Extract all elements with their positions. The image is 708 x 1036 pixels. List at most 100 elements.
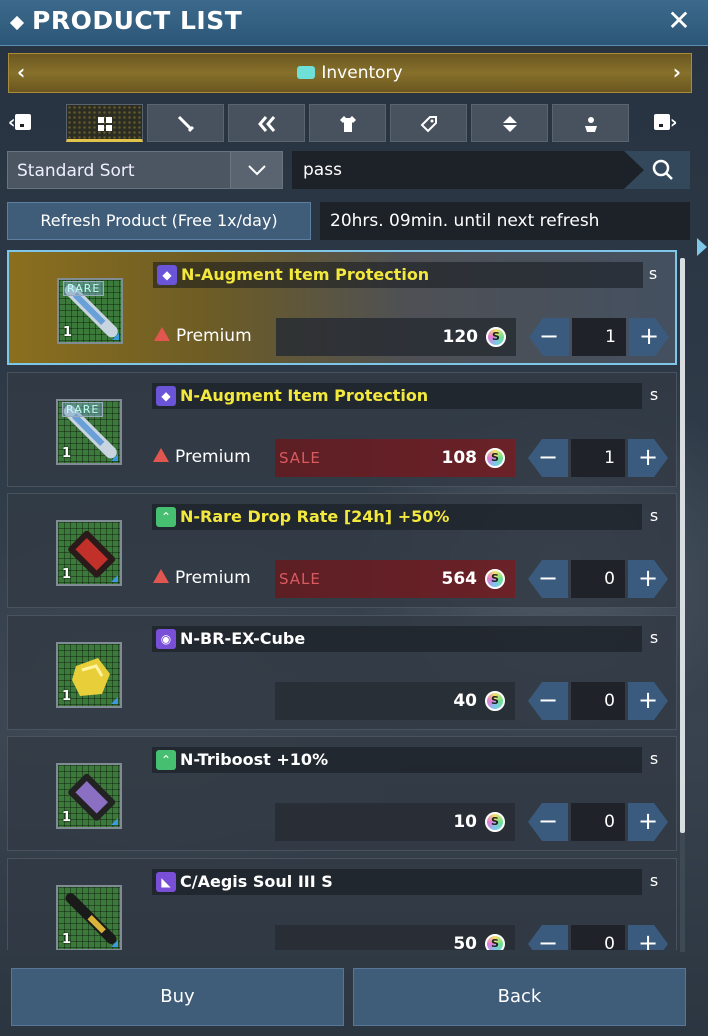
increment-button[interactable]: + [628,439,668,477]
price-box: SALE 564 S [275,560,515,598]
tab-prev-button[interactable]: ‹ [8,112,38,136]
category-next-button[interactable]: › [673,60,681,84]
category-label: Inventory [321,63,403,83]
price-box: 10 S [275,803,515,841]
increment-button[interactable]: + [628,803,668,841]
search-box: pass [292,151,690,189]
favorite-star-icon[interactable]: s [644,385,664,405]
close-button[interactable]: ✕ [664,6,694,36]
tab-next-button[interactable]: › [654,112,684,136]
product-row[interactable]: RARE 1 ◆ N-Augment Item Protection s Pre… [7,250,677,365]
price-value: 108 [441,448,478,468]
increment-button[interactable]: + [628,560,668,598]
tab-items[interactable] [471,104,548,142]
scrollbar-thumb[interactable] [680,258,685,833]
decrement-button[interactable]: − [528,925,568,950]
item-quantity: 1 [62,446,72,461]
chevron-down-icon [248,165,266,176]
favorite-star-icon[interactable]: s [644,749,664,769]
favorite-star-icon[interactable]: s [644,506,664,526]
decrement-button[interactable]: − [528,682,568,720]
decrement-button[interactable]: − [529,318,569,356]
diamond-icon [9,15,25,31]
coin-icon: S [485,691,505,711]
mannequin-icon [585,117,597,132]
tab-all[interactable] [66,104,143,142]
favorite-star-icon[interactable]: s [644,628,664,648]
currency-type: Premium [154,326,252,346]
rarity-badge: RARE [63,281,105,296]
product-thumbnail: 1 [56,642,122,708]
product-list-window: PRODUCT LIST ✕ ‹ Inventory › ‹ › Standar… [0,0,708,1036]
product-thumbnail: 1 [56,520,122,586]
window-title: PRODUCT LIST [32,6,243,35]
double-chevron-icon [258,116,276,132]
coin-icon: S [485,448,505,468]
tab-page-icon [15,114,32,130]
increment-button[interactable]: + [629,318,669,356]
sort-dropdown-toggle[interactable] [230,152,282,188]
product-row[interactable]: 1 ◉ N-BR-EX-Cube s 40 S − 0 + [7,615,677,730]
favorite-star-icon[interactable]: s [643,264,663,284]
favorite-star-icon[interactable]: s [644,871,664,891]
currency-type: Premium [153,447,251,467]
search-input[interactable]: pass [303,160,342,180]
quantity-value[interactable]: 0 [571,560,625,598]
quantity-value[interactable]: 1 [572,318,626,356]
increment-button[interactable]: + [628,925,668,950]
tab-weapons[interactable] [147,104,224,142]
product-row[interactable]: 1 ⌃ N-Triboost +10% s 10 S − 0 + [7,736,677,851]
product-name: N-Augment Item Protection [181,265,430,284]
price-box: 40 S [275,682,515,720]
product-name-bar: ◆ N-Augment Item Protection [153,262,643,288]
product-thumbnail: 1 [56,763,122,829]
shirt-icon [340,116,356,132]
decrement-button[interactable]: − [528,560,568,598]
quantity-stepper: − 0 + [528,803,668,841]
price-box: 120 S [276,318,516,356]
price-box: SALE 108 S [275,439,515,477]
product-thumbnail: RARE 1 [57,278,123,344]
item-type-icon: ⌃ [156,750,176,770]
quantity-value[interactable]: 0 [571,803,625,841]
product-row[interactable]: RARE 1 ◆ N-Augment Item Protection s Pre… [7,372,677,487]
title-bar: PRODUCT LIST ✕ [0,0,708,46]
sword-icon [177,115,195,133]
premium-icon [153,448,169,462]
product-row[interactable]: 1 ◣ C/Aegis Soul III S s 50 S − 0 + [7,858,677,950]
corner-marker-icon [111,454,118,461]
sale-label: SALE [279,570,321,588]
premium-icon [154,327,170,341]
quantity-stepper: − 0 + [528,925,668,950]
decrement-button[interactable]: − [528,803,568,841]
item-type-icon: ◣ [156,872,176,892]
quantity-value[interactable]: 0 [571,682,625,720]
sort-dropdown[interactable]: Standard Sort [7,151,283,189]
product-list: RARE 1 ◆ N-Augment Item Protection s Pre… [7,250,677,950]
product-name: N-BR-EX-Cube [180,629,306,648]
tab-costumes[interactable] [309,104,386,142]
increment-button[interactable]: + [628,682,668,720]
inventory-chip-icon [297,66,316,79]
refresh-product-button[interactable]: Refresh Product (Free 1x/day) [7,202,311,240]
decrement-button[interactable]: − [528,439,568,477]
product-name-bar: ⌃ N-Rare Drop Rate [24h] +50% [152,504,642,530]
back-button[interactable]: Back [353,968,686,1026]
item-type-icon: ◆ [157,265,177,285]
search-button[interactable] [624,151,690,189]
quantity-stepper: − 0 + [528,560,668,598]
rarity-badge: RARE [62,402,104,417]
tab-units[interactable] [228,104,305,142]
tab-tags[interactable] [390,104,467,142]
product-name-bar: ◆ N-Augment Item Protection [152,383,642,409]
tab-rooms[interactable] [552,104,629,142]
search-icon [652,159,673,180]
quantity-value[interactable]: 0 [571,925,625,950]
quantity-value[interactable]: 1 [571,439,625,477]
grid-icon [98,117,112,131]
buy-button[interactable]: Buy [11,968,344,1026]
product-thumbnail: 1 [56,885,122,950]
product-row[interactable]: 1 ⌃ N-Rare Drop Rate [24h] +50% s Premiu… [7,493,677,608]
refresh-timer: 20hrs. 09min. until next refresh [320,202,690,240]
product-name: C/Aegis Soul III S [180,872,333,891]
